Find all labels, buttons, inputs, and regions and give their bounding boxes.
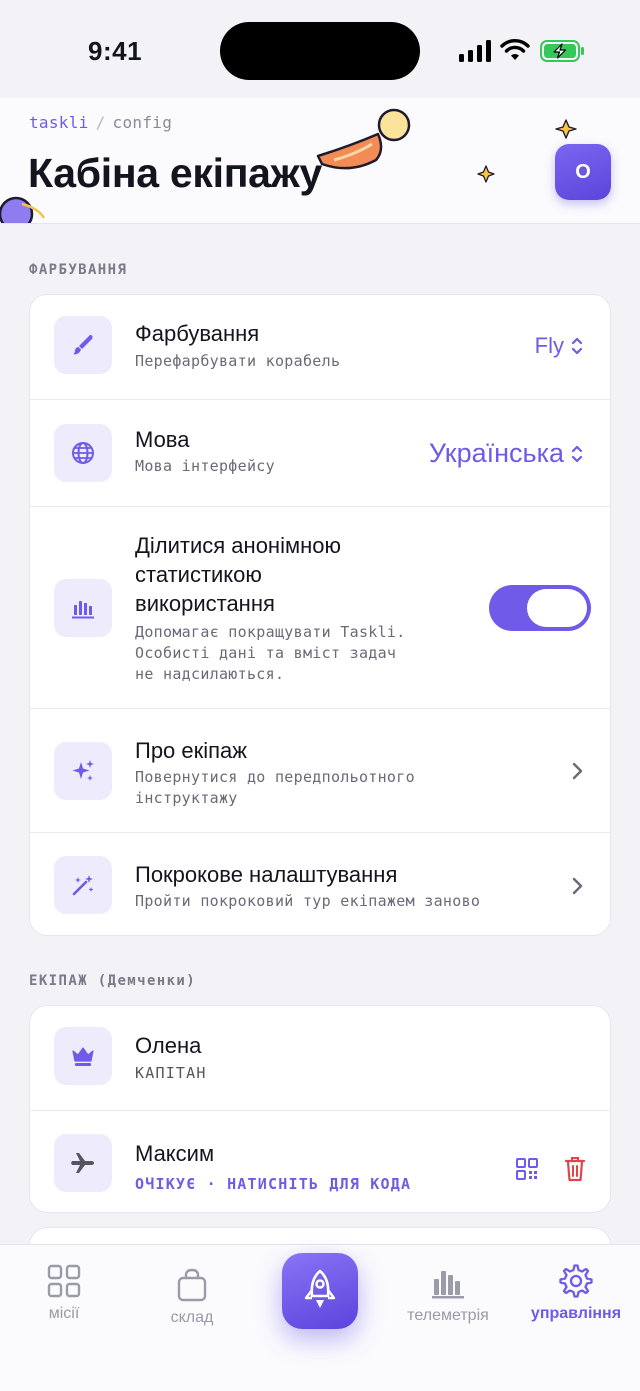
dynamic-island: [220, 22, 420, 80]
gear-icon: [559, 1264, 593, 1298]
language-select[interactable]: Українська: [429, 438, 584, 469]
bar-chart-icon: [432, 1271, 464, 1299]
crew-member-name: Максим: [135, 1141, 215, 1166]
setting-subtitle: Допомагає покращувати Taskli. Особисті д…: [135, 622, 406, 685]
theme-select[interactable]: Fly: [535, 333, 584, 359]
rocket-icon: [304, 1269, 336, 1308]
settings-card: Фарбування Перефарбувати корабель Fly Мо…: [29, 294, 611, 936]
setting-subtitle: Повернутися до передпольотного інструкта…: [135, 767, 415, 809]
theme-select-value: Fly: [534, 333, 564, 358]
tab-telemetry[interactable]: телеметрія: [384, 1265, 512, 1325]
crew-member-name: Олена: [135, 1033, 202, 1058]
analytics-toggle[interactable]: [489, 585, 591, 631]
breadcrumb-home-link[interactable]: taskli: [29, 113, 89, 132]
chevron-updown-icon: [571, 445, 583, 462]
bar-chart-icon: [54, 579, 112, 637]
setting-title-line: використання: [135, 591, 275, 616]
tab-label: телеметрія: [407, 1307, 489, 1324]
qr-code-icon[interactable]: [516, 1158, 538, 1180]
magic-wand-icon: [54, 856, 112, 914]
setting-row-about-crew[interactable]: Про екіпаж Повернутися до передпольотног…: [30, 708, 610, 832]
setting-title: Покрокове налаштування: [135, 862, 398, 887]
setting-subtitle-line: Особисті дані та вміст задач: [135, 644, 397, 662]
avatar-button[interactable]: O: [555, 144, 611, 200]
crew-card: Олена КАПІТАН Максим ОЧІКУЄ · НАТИСНІТЬ …: [29, 1005, 611, 1213]
setting-subtitle: Перефарбувати корабель: [135, 352, 341, 370]
sparkles-icon: [54, 742, 112, 800]
section-label-crew: ЕКІПАЖ (Демченки): [29, 973, 197, 989]
setting-subtitle-line: Повернутися до передпольотного: [135, 768, 415, 786]
language-select-value: Українська: [428, 438, 564, 468]
breadcrumb-separator: /: [95, 113, 106, 132]
crew-member-row[interactable]: Олена КАПІТАН: [30, 1006, 610, 1110]
page-title: Кабіна екіпажу: [28, 150, 322, 196]
bag-icon: [177, 1268, 207, 1302]
battery-charging-icon: [540, 40, 584, 62]
breadcrumb-current: config: [112, 113, 173, 132]
chevron-right-icon: [572, 762, 583, 780]
cellular-signal-icon: [459, 40, 491, 62]
wifi-icon: [500, 39, 530, 60]
setting-title: Фарбування: [135, 321, 260, 346]
tab-label: місії: [48, 1305, 80, 1322]
grid-icon: [47, 1264, 81, 1298]
globe-icon: [54, 424, 112, 482]
trash-icon[interactable]: [563, 1155, 587, 1183]
setting-subtitle: Мова інтерфейсу: [135, 457, 275, 475]
paintbrush-icon: [54, 316, 112, 374]
setting-subtitle: Пройти покроковий тур екіпажем заново: [135, 892, 481, 910]
chevron-updown-icon: [571, 337, 583, 355]
breadcrumb: taskli / config: [29, 113, 172, 132]
setting-subtitle-line: не надсилаються.: [135, 665, 285, 683]
setting-row-onboarding[interactable]: Покрокове налаштування Пройти покроковий…: [30, 832, 610, 935]
section-label-settings: ФАРБУВАННЯ: [29, 262, 128, 278]
setting-row-language[interactable]: Мова Мова інтерфейсу Українська: [30, 399, 610, 506]
setting-title-line: Ділитися анонімною: [135, 533, 341, 558]
page-header: taskli / config Кабіна екіпажу O: [0, 98, 640, 224]
setting-title-line: статистикою: [135, 562, 262, 587]
crew-member-row[interactable]: Максим ОЧІКУЄ · НАТИСНІТЬ ДЛЯ КОДА: [30, 1110, 610, 1212]
setting-title: Ділитися анонімною статистикою використа…: [135, 531, 341, 618]
crew-member-role: КАПІТАН: [135, 1064, 207, 1082]
tab-missions[interactable]: місії: [0, 1263, 128, 1323]
status-bar: 9:41: [0, 0, 640, 98]
setting-subtitle-line: інструктажу: [135, 789, 238, 807]
setting-title: Про екіпаж: [135, 738, 248, 763]
crew-member-status[interactable]: ОЧІКУЄ · НАТИСНІТЬ ДЛЯ КОДА: [135, 1175, 411, 1193]
launch-button[interactable]: [282, 1253, 358, 1329]
setting-title: Мова: [135, 427, 190, 452]
crown-icon: [54, 1027, 112, 1085]
setting-subtitle-line: Допомагає покращувати Taskli.: [135, 623, 406, 641]
tab-management[interactable]: управління: [512, 1263, 640, 1323]
status-time: 9:41: [88, 36, 143, 66]
setting-row-paint[interactable]: Фарбування Перефарбувати корабель Fly: [30, 295, 610, 399]
setting-row-analytics: Ділитися анонімною статистикою використа…: [30, 506, 610, 708]
chevron-right-icon: [572, 877, 583, 895]
toggle-knob: [527, 589, 587, 627]
tab-bar: місії склад телеметрія управління: [0, 1244, 640, 1391]
tab-storage[interactable]: склад: [128, 1267, 256, 1327]
tab-label: склад: [170, 1309, 214, 1326]
plane-icon: [54, 1134, 112, 1192]
tab-label: управління: [530, 1305, 622, 1322]
